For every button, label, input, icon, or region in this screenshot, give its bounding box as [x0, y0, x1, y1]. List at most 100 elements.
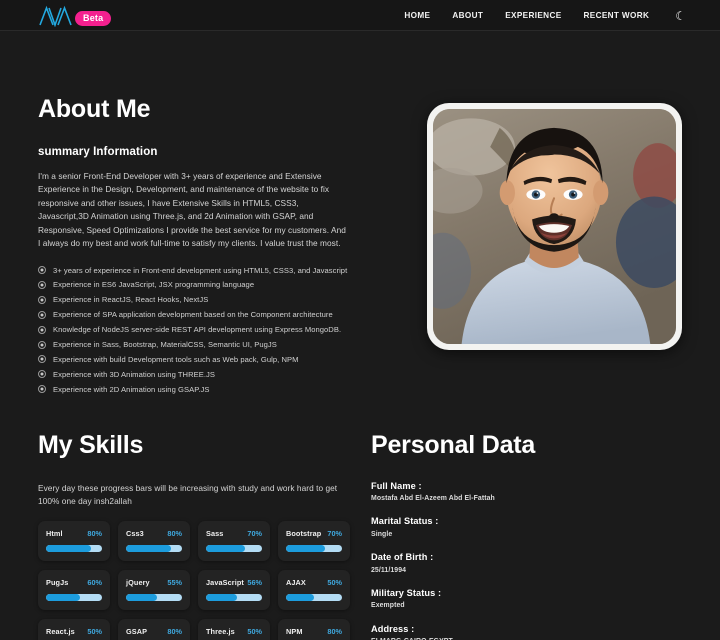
skill-progress-fill	[286, 594, 314, 602]
bullet-text: Experience in Sass, Bootstrap, MaterialC…	[53, 339, 277, 349]
skill-card: Three.js 50%	[198, 619, 270, 640]
skill-progress-track	[206, 545, 262, 553]
about-title: About Me	[38, 95, 151, 123]
personal-data-value: Mostafa Abd El-Azeem Abd El-Fattah	[371, 495, 495, 503]
skill-card: GSAP 80%	[118, 619, 190, 640]
skill-header: Bootstrap 70%	[286, 529, 342, 538]
bullet-text: Experience with 3D Animation using THREE…	[53, 369, 215, 379]
skill-progress-fill	[286, 545, 326, 553]
skill-percent: 80%	[327, 627, 342, 637]
bullet-text: Experience of SPA application developmen…	[53, 310, 333, 320]
profile-photo-image	[433, 109, 676, 344]
skill-header: GSAP 80%	[126, 627, 182, 636]
profile-photo	[433, 109, 676, 344]
skill-percent: 70%	[247, 529, 262, 539]
personal-data-item: Full Name : Mostafa Abd El-Azeem Abd El-F…	[371, 481, 682, 505]
skill-progress-track	[286, 545, 342, 553]
skill-header: Sass 70%	[206, 529, 262, 538]
beta-badge: Beta	[75, 11, 112, 26]
list-item: Knowledge of NodeJS server-side REST API…	[38, 322, 350, 337]
skill-progress-track	[46, 545, 102, 553]
bullet-circle-icon	[38, 340, 46, 349]
skill-percent: 50%	[87, 627, 102, 637]
personal-data-label: Date of Birth :	[371, 552, 434, 563]
skill-name: Sass	[206, 529, 224, 539]
bullet-text: 3+ years of experience in Front-end deve…	[53, 265, 348, 275]
header-divider	[0, 30, 720, 31]
bullet-circle-icon	[38, 310, 46, 319]
personal-data-item: Military Status : Exempted	[371, 588, 682, 612]
skill-progress-track	[286, 594, 342, 602]
skill-percent: 80%	[167, 627, 182, 637]
list-item: Experience in Sass, Bootstrap, MaterialC…	[38, 337, 350, 352]
about-text-column: About Me summary Information I'm a senio…	[38, 95, 350, 397]
skill-percent: 80%	[87, 529, 102, 539]
skill-header: PugJs 60%	[46, 578, 102, 587]
list-item: Experience in ReactJS, React Hooks, Next…	[38, 292, 350, 307]
skill-header: AJAX 50%	[286, 578, 342, 587]
personal-data-value: Exempted	[371, 602, 405, 610]
personal-data-label: Full Name :	[371, 480, 422, 491]
skill-card: Bootstrap 70%	[278, 521, 350, 562]
skill-name: Three.js	[206, 627, 235, 637]
skills-note: Every day these progress bars will be in…	[38, 482, 338, 506]
personal-data-list: Full Name : Mostafa Abd El-Azeem Abd El-F…	[371, 481, 682, 640]
list-item: Experience of SPA application developmen…	[38, 307, 350, 322]
personal-data-item: Address :ELMARG-CAIRO-EGYPT	[371, 624, 682, 640]
skill-card: PugJs 60%	[38, 570, 110, 611]
skill-card: Html 80%	[38, 521, 110, 562]
skill-name: Html	[46, 529, 63, 539]
bullet-circle-icon	[38, 266, 46, 275]
nav-link-experience[interactable]: EXPERIENCE	[505, 11, 561, 20]
bullet-text: Experience in ES6 JavaScript, JSX progra…	[53, 280, 255, 290]
personal-data-label: Marital Status :	[371, 516, 439, 527]
personal-data-section: Personal Data Full Name : Mostafa Abd El-…	[362, 431, 682, 640]
skills-title: My Skills	[38, 430, 144, 459]
bullet-circle-icon	[38, 295, 46, 304]
skill-card: React.js 50%	[38, 619, 110, 640]
skill-progress-fill	[126, 545, 171, 553]
list-item: Experience with 2D Animation using GSAP.…	[38, 382, 350, 397]
skill-progress-track	[126, 545, 182, 553]
personal-data-label: Address :	[371, 623, 415, 634]
skill-name: React.js	[46, 627, 75, 637]
site-header: Beta HOME ABOUT EXPERIENCE RECENT WORK ☾	[0, 0, 720, 31]
skill-progress-fill	[206, 545, 246, 553]
skill-progress-track	[46, 594, 102, 602]
about-summary: I'm a senior Front-End Developer with 3+…	[38, 171, 346, 249]
bullet-text: Experience in ReactJS, React Hooks, Next…	[53, 295, 209, 305]
skill-header: Three.js 50%	[206, 627, 262, 636]
bullet-circle-icon	[38, 325, 46, 334]
skill-card: jQuery 55%	[118, 570, 190, 611]
about-subtitle: summary Information	[38, 146, 158, 158]
skill-name: GSAP	[126, 627, 148, 637]
skill-header: jQuery 55%	[126, 578, 182, 587]
nav-link-about[interactable]: ABOUT	[452, 11, 483, 20]
nav-link-home[interactable]: HOME	[404, 11, 430, 20]
skill-progress-fill	[206, 594, 238, 602]
skill-card: NPM 80%	[278, 619, 350, 640]
skill-progress-fill	[46, 545, 91, 553]
skill-percent: 50%	[327, 578, 342, 588]
moon-icon[interactable]: ☾	[675, 10, 686, 22]
skill-percent: 70%	[327, 529, 342, 539]
personal-data-item: Date of Birth : 25/11/1994	[371, 552, 682, 576]
skill-header: JavaScript 56%	[206, 578, 262, 587]
skill-progress-track	[126, 594, 182, 602]
skill-progress-fill	[46, 594, 80, 602]
about-section: About Me summary Information I'm a senio…	[38, 31, 682, 397]
main-navigation: HOME ABOUT EXPERIENCE RECENT WORK ☾	[404, 10, 686, 22]
bullet-circle-icon	[38, 355, 46, 364]
skill-card: Sass 70%	[198, 521, 270, 562]
profile-photo-frame	[427, 103, 682, 350]
skill-name: Bootstrap	[286, 529, 322, 539]
brand-logo[interactable]: Beta	[38, 5, 112, 27]
skill-percent: 56%	[247, 578, 262, 588]
nav-link-recent-work[interactable]: RECENT WORK	[584, 11, 650, 20]
personal-data-value: Single	[371, 530, 393, 538]
skill-name: JavaScript	[206, 578, 244, 588]
skill-card: Css3 80%	[118, 521, 190, 562]
bullet-text: Experience with 2D Animation using GSAP.…	[53, 384, 210, 394]
skill-name: AJAX	[286, 578, 306, 588]
skill-percent: 50%	[247, 627, 262, 637]
